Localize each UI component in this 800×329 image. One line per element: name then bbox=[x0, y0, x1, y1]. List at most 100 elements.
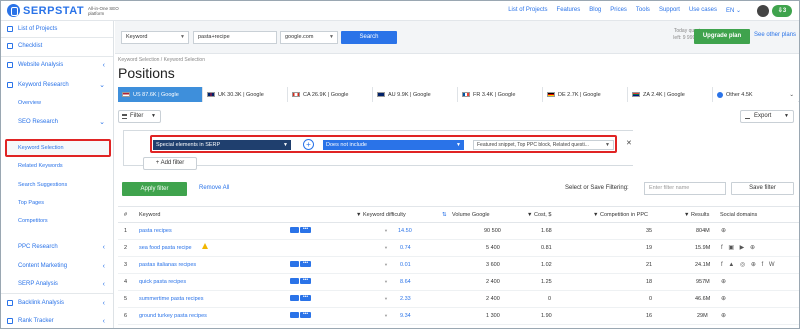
export-button[interactable]: Export ▼ bbox=[740, 110, 794, 123]
language-selector[interactable]: EN ⌄ bbox=[726, 7, 741, 14]
table-row: 6 ground turkey pasta recipes ••• ▼ 9.34… bbox=[118, 308, 799, 325]
search-engine-select[interactable]: google.com ▼ bbox=[280, 31, 338, 44]
nav-prices[interactable]: Prices bbox=[610, 7, 627, 14]
social-domains[interactable]: ⊕ bbox=[721, 312, 728, 319]
sidebar-item-list-of-projects[interactable]: List of Projects bbox=[1, 22, 113, 36]
social-domains[interactable]: f ▲ ◎ ⊕ f W bbox=[721, 261, 777, 268]
more-icon[interactable]: ••• bbox=[300, 261, 311, 267]
sidebar-subitem-competitors[interactable]: Competitors bbox=[18, 218, 48, 224]
more-icon[interactable]: ••• bbox=[300, 312, 311, 318]
search-input[interactable]: pasta+recipe bbox=[193, 31, 277, 44]
col-header-keyword-difficulty[interactable]: Keyword difficulty bbox=[363, 212, 406, 218]
keyword-link[interactable]: pasta recipes bbox=[139, 228, 172, 234]
more-icon[interactable]: ••• bbox=[300, 295, 311, 301]
sort-icon[interactable]: ▼ bbox=[593, 212, 598, 218]
sidebar-subitem-keyword-selection[interactable]: Keyword Selection bbox=[18, 145, 64, 151]
add-filter-button[interactable]: + Add filter bbox=[143, 157, 197, 170]
search-mode-select[interactable]: Keyword ▼ bbox=[121, 31, 189, 44]
results: 46.6M bbox=[695, 296, 711, 302]
difficulty-arrow-icon: ▼ bbox=[384, 296, 388, 301]
nav-blog[interactable]: Blog bbox=[589, 7, 601, 14]
nav-support[interactable]: Support bbox=[659, 7, 680, 14]
add-condition-button[interactable]: + bbox=[303, 139, 314, 150]
sidebar-item-ppc-research[interactable]: PPC Research ‹ bbox=[1, 240, 113, 254]
volume: 3 600 bbox=[486, 262, 500, 268]
see-other-plans-link[interactable]: See other plans bbox=[754, 32, 796, 38]
sidebar-item-rank-tracker[interactable]: Rank Tracker ‹ bbox=[1, 314, 113, 328]
keyword-link[interactable]: sea food pasta recipe bbox=[139, 245, 192, 251]
remove-all-link[interactable]: Remove All bbox=[199, 185, 229, 191]
tab-db-other[interactable]: Other 4.5K ⌄ bbox=[713, 87, 798, 102]
results: 804M bbox=[696, 228, 710, 234]
sidebar-item-seo-research[interactable]: SEO Research ⌄ bbox=[1, 115, 113, 129]
sidebar-subitem-top-pages[interactable]: Top Pages bbox=[18, 200, 44, 206]
filter-field-select[interactable]: Special elements in SERP ▼ bbox=[153, 140, 291, 150]
keyword-link[interactable]: quick pasta recipes bbox=[139, 279, 186, 285]
apply-filter-button[interactable]: Apply filter bbox=[122, 182, 187, 196]
tab-db-us[interactable]: US 87.6K | Google bbox=[118, 87, 203, 102]
tab-db-za[interactable]: ZA 2.4K | Google bbox=[628, 87, 713, 102]
keyword-difficulty[interactable]: 0.74 bbox=[400, 245, 411, 251]
social-domains[interactable]: ⊕ bbox=[721, 278, 728, 285]
nav-use-cases[interactable]: Use cases bbox=[689, 7, 717, 14]
filter-operator-select[interactable]: Does not include ▼ bbox=[323, 140, 464, 150]
sort-asc-icon[interactable]: ⇅ bbox=[442, 212, 447, 218]
keyword-link[interactable]: summertime pasta recipes bbox=[139, 296, 204, 302]
sidebar-subitem-overview[interactable]: Overview bbox=[18, 100, 41, 106]
difficulty-arrow-icon: ▼ bbox=[384, 279, 388, 284]
nav-features[interactable]: Features bbox=[557, 7, 581, 14]
sidebar-item-serp-analysis[interactable]: SERP Analysis ‹ bbox=[1, 277, 113, 291]
notifications-badge[interactable]: ⇩3 bbox=[772, 5, 792, 17]
col-header-volume[interactable]: Volume Google bbox=[452, 212, 490, 218]
sidebar-subitem-search-suggestions[interactable]: Search Suggestions bbox=[18, 182, 67, 188]
table-row: 5 summertime pasta recipes ••• ▼ 2.33 2 … bbox=[118, 291, 799, 308]
filter-name-input[interactable]: Enter filter name bbox=[644, 182, 726, 195]
chevron-left-icon: ‹ bbox=[102, 262, 105, 270]
tab-db-fr[interactable]: FR 3.4K | Google bbox=[458, 87, 543, 102]
tab-db-ca[interactable]: CA 26.9K | Google bbox=[288, 87, 373, 102]
keyword-difficulty[interactable]: 9.34 bbox=[400, 313, 411, 319]
search-button[interactable]: Search bbox=[341, 31, 397, 44]
col-header-competition[interactable]: Competition in PPC bbox=[600, 212, 648, 218]
social-domains[interactable]: ⊕ bbox=[721, 295, 728, 302]
chevron-down-icon: ▼ bbox=[456, 142, 461, 148]
social-domains[interactable]: f ▣ ▶ ⊕ bbox=[721, 244, 757, 251]
remove-condition-close-icon[interactable]: ✕ bbox=[626, 139, 632, 147]
sidebar-item-checklist[interactable]: Checklist bbox=[1, 39, 113, 53]
search-bar: Keyword ▼ pasta+recipe google.com ▼ Sear… bbox=[115, 21, 799, 54]
tab-db-au[interactable]: AU 9.9K | Google bbox=[373, 87, 458, 102]
social-domains[interactable]: ⊕ bbox=[721, 227, 728, 234]
nav-list-of-projects[interactable]: List of Projects bbox=[508, 7, 547, 14]
sidebar-item-label: Rank Tracker bbox=[18, 318, 54, 324]
sidebar-subitem-related-keywords[interactable]: Related Keywords bbox=[18, 163, 63, 169]
col-header-keyword[interactable]: Keyword bbox=[139, 212, 160, 218]
save-filter-button[interactable]: Save filter bbox=[731, 182, 794, 195]
filter-toggle-button[interactable]: Filter ▼ bbox=[118, 110, 161, 123]
sort-desc-icon[interactable]: ▼ bbox=[356, 212, 361, 218]
sort-icon[interactable]: ▼ bbox=[684, 212, 689, 218]
keyword-link[interactable]: pastas italianas recipes bbox=[139, 262, 196, 268]
more-icon[interactable]: ••• bbox=[300, 278, 311, 284]
serpstat-logo[interactable]: SERPSTAT All-in-One SEO platform bbox=[7, 4, 128, 17]
queries-left: left: 9 999 990 bbox=[673, 35, 705, 41]
sort-icon[interactable]: ▼ bbox=[527, 212, 532, 218]
upgrade-plan-button[interactable]: Upgrade plan bbox=[694, 29, 750, 44]
keyword-difficulty[interactable]: 0.01 bbox=[400, 262, 411, 268]
sidebar-item-content-marketing[interactable]: Content Marketing ‹ bbox=[1, 259, 113, 273]
keyword-difficulty[interactable]: 8.64 bbox=[400, 279, 411, 285]
col-header-cost[interactable]: Cost, $ bbox=[534, 212, 551, 218]
tab-db-uk[interactable]: UK 30.3K | Google bbox=[203, 87, 288, 102]
sidebar-item-keyword-research[interactable]: Keyword Research ⌄ bbox=[1, 78, 113, 92]
col-header-results[interactable]: Results bbox=[691, 212, 709, 218]
keyword-link[interactable]: ground turkey pasta recipes bbox=[139, 313, 207, 319]
nav-tools[interactable]: Tools bbox=[636, 7, 650, 14]
filter-value-select[interactable]: Featured snippet, Top PPC block, Related… bbox=[473, 140, 614, 150]
more-icon[interactable]: ••• bbox=[300, 227, 311, 233]
row-number: 6 bbox=[124, 313, 128, 319]
keyword-difficulty[interactable]: 2.33 bbox=[400, 296, 411, 302]
sidebar-item-backlink-analysis[interactable]: Backlink Analysis ‹ bbox=[1, 296, 113, 310]
sidebar-item-website-analysis[interactable]: Website Analysis ‹ bbox=[1, 58, 113, 72]
tab-db-de[interactable]: DE 2.7K | Google bbox=[543, 87, 628, 102]
keyword-difficulty[interactable]: 14.50 bbox=[398, 228, 412, 234]
avatar[interactable] bbox=[757, 5, 769, 17]
